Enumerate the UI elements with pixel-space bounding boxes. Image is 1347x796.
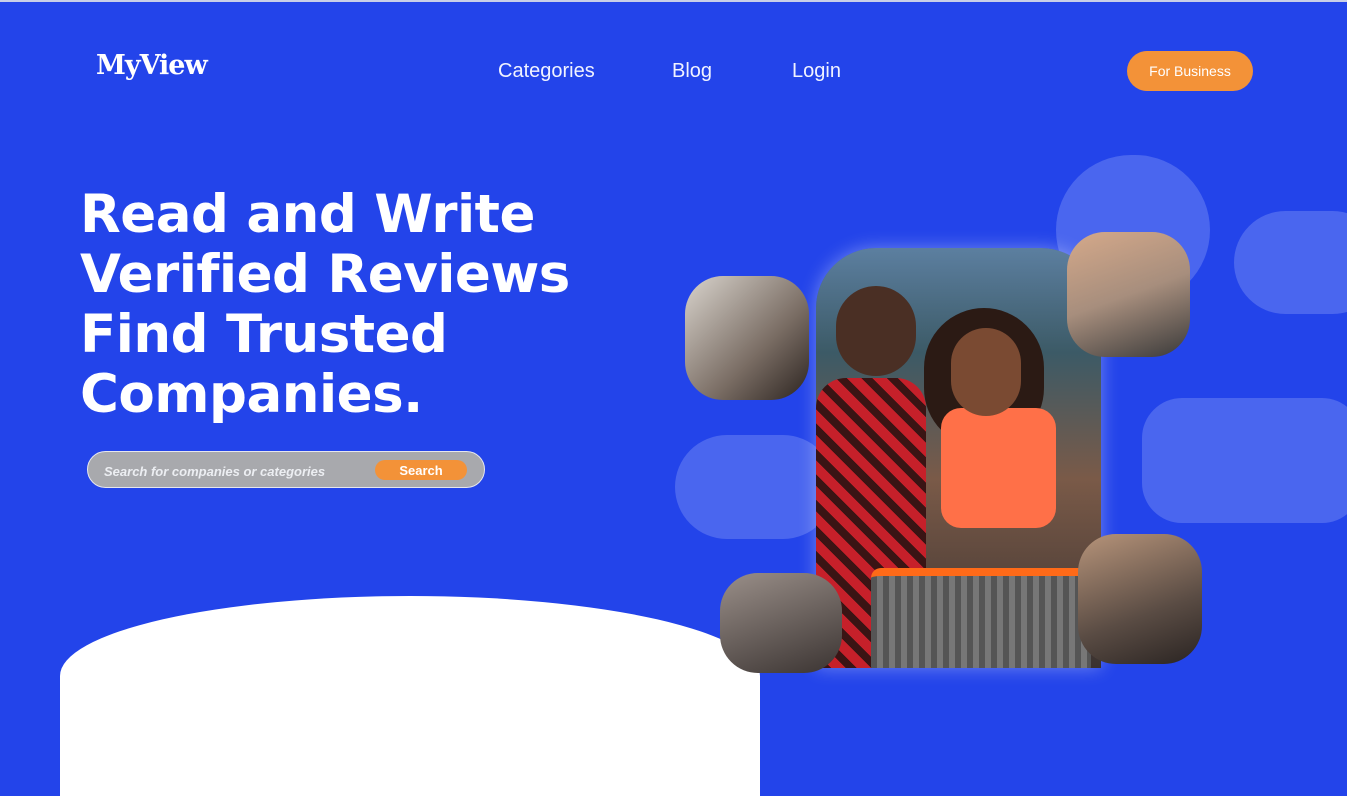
nav-link-login[interactable]: Login [792, 60, 841, 83]
photo-shoppers-walking [1067, 232, 1190, 357]
search-button[interactable]: Search [375, 460, 467, 480]
hero-heading: Read and Write Verified Reviews Find Tru… [80, 185, 570, 425]
nav-link-categories[interactable]: Categories [498, 60, 595, 83]
decorative-wave [60, 596, 760, 796]
photo-detail [941, 408, 1056, 528]
photo-man-portrait [720, 573, 842, 673]
photo-women-shopping [1078, 534, 1202, 664]
photo-detail [871, 568, 1091, 668]
decorative-blob [675, 435, 835, 539]
photo-store-purchase [685, 276, 809, 400]
for-business-button[interactable]: For Business [1127, 51, 1253, 91]
decorative-blob [1234, 211, 1347, 314]
decorative-blob [1142, 398, 1347, 523]
hero-photo-couple-shopping [816, 248, 1101, 668]
photo-detail [836, 286, 916, 376]
hero-line: Verified Reviews [80, 244, 570, 305]
logo[interactable]: MyView [96, 50, 208, 81]
hero-line: Companies. [80, 364, 423, 425]
photo-detail [951, 328, 1021, 416]
search-bar: Search [87, 451, 485, 488]
top-border [0, 0, 1347, 2]
nav-link-blog[interactable]: Blog [672, 60, 712, 83]
hero-line: Find Trusted [80, 304, 448, 365]
search-input[interactable] [102, 460, 356, 482]
hero-line: Read and Write [80, 184, 535, 245]
